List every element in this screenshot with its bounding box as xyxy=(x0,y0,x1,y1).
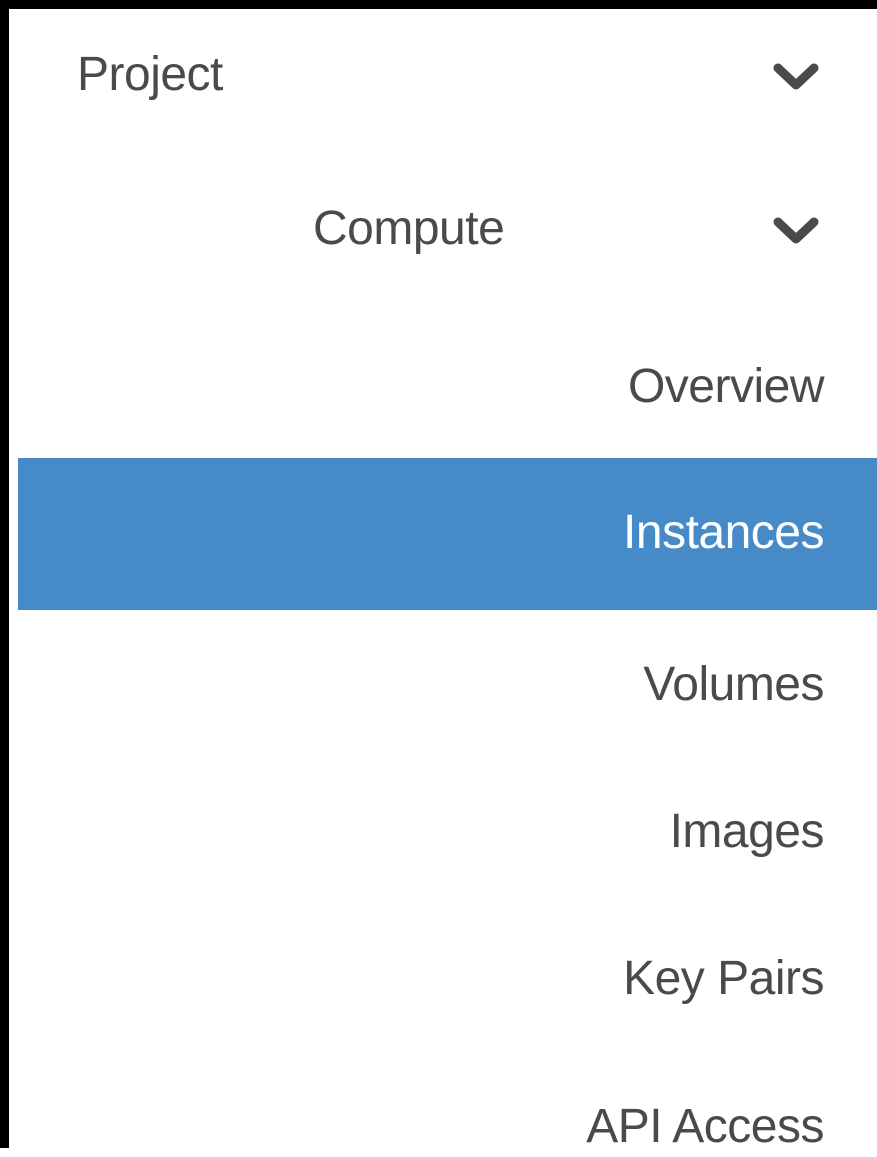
nav-section-project[interactable]: Project xyxy=(18,47,877,107)
nav-item-volumes[interactable]: Volumes xyxy=(18,610,877,760)
nav-section-project-label: Project xyxy=(77,48,223,101)
chevron-down-icon[interactable] xyxy=(772,63,820,93)
chevron-down-icon[interactable] xyxy=(772,217,820,247)
nav-item-key-pairs[interactable]: Key Pairs xyxy=(18,905,877,1055)
nav-item-api-access[interactable]: API Access xyxy=(18,1051,877,1157)
nav-item-overview[interactable]: Overview xyxy=(18,309,877,459)
nav-item-label: Key Pairs xyxy=(623,952,824,1005)
nav-item-label: Volumes xyxy=(643,658,824,711)
nav-item-label: Overview xyxy=(627,360,825,413)
nav-item-label: Images xyxy=(669,805,825,858)
nav-section-compute-label: Compute xyxy=(313,202,505,255)
nav-item-images[interactable]: Images xyxy=(18,759,877,909)
sidebar-nav: Project Compute Overview Instances Volum… xyxy=(0,0,877,1153)
nav-item-label: API Access xyxy=(586,1100,824,1153)
nav-item-label: Instances xyxy=(623,506,824,559)
nav-item-instances[interactable]: Instances xyxy=(18,458,877,610)
nav-section-compute[interactable]: Compute xyxy=(18,201,877,261)
